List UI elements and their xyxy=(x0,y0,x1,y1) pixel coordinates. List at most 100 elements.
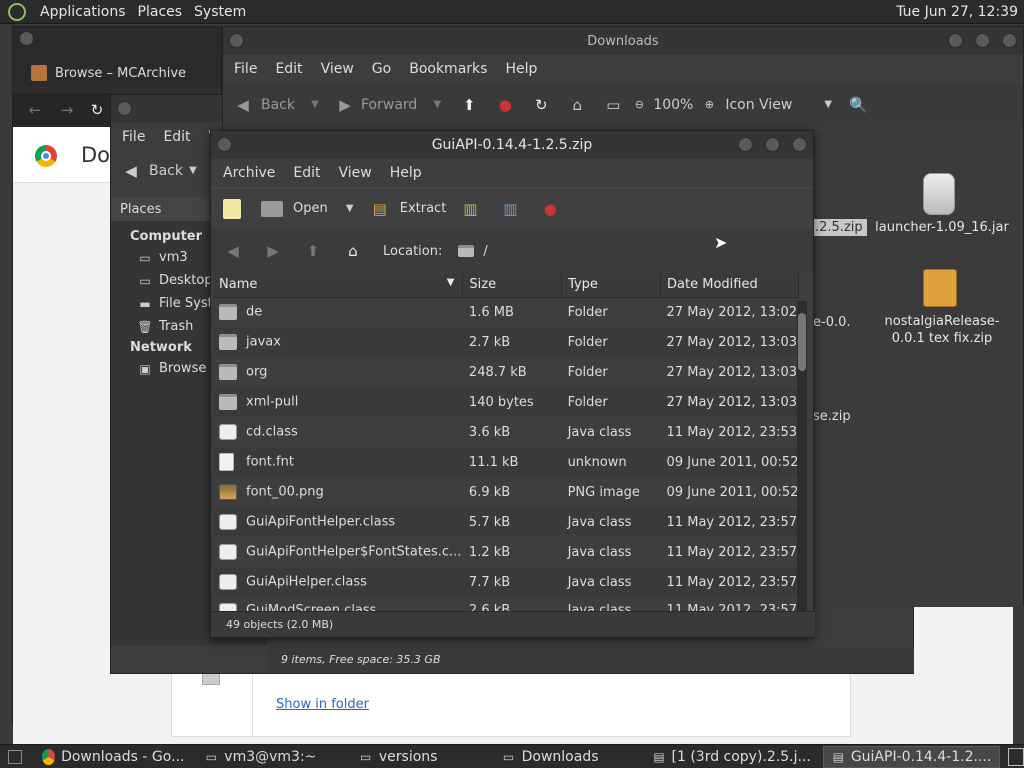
show-desktop-icon[interactable] xyxy=(8,749,22,764)
menu-file[interactable]: File xyxy=(113,129,154,145)
back-arrow-icon[interactable]: ◀ xyxy=(121,161,141,181)
system-menu[interactable]: System xyxy=(188,4,252,20)
forward-arrow-icon[interactable]: ▶ xyxy=(335,95,355,115)
table-row[interactable]: font.fnt 11.1 kB unknown 09 June 2011, 00:5… xyxy=(213,447,799,477)
table-row[interactable]: de 1.6 MB Folder 27 May 2012, 13:02 xyxy=(213,297,799,327)
task-versions[interactable]: ▭ versions xyxy=(350,746,445,768)
window-close-button[interactable] xyxy=(117,101,132,116)
partial-file-label[interactable]: e-0.0. xyxy=(813,315,851,330)
up-arrow-icon[interactable]: ⬆ xyxy=(459,95,479,115)
window-maximize-button[interactable] xyxy=(765,137,780,152)
column-type-header[interactable]: Type xyxy=(561,273,662,298)
extract-icon[interactable]: ▤ xyxy=(370,199,390,219)
up-arrow-icon[interactable]: ⬆ xyxy=(303,241,323,261)
forward-arrow-icon[interactable]: → xyxy=(57,100,77,120)
column-date-header[interactable]: Date Modified xyxy=(660,273,799,298)
extract-button[interactable]: Extract xyxy=(400,201,447,216)
search-icon[interactable]: 🔍 xyxy=(848,95,868,115)
jar-icon[interactable] xyxy=(923,173,955,215)
add-files-icon[interactable]: ▥ xyxy=(460,199,480,219)
distro-logo-icon[interactable] xyxy=(8,2,26,21)
column-size-header[interactable]: Size xyxy=(462,273,563,298)
chrome-tab[interactable]: Browse – MCArchive xyxy=(31,59,221,87)
table-row[interactable]: cd.class 3.6 kB Java class 11 May 2012, 23:… xyxy=(213,417,799,447)
menu-edit[interactable]: Edit xyxy=(284,165,329,181)
add-folder-icon[interactable]: ▥ xyxy=(500,199,520,219)
workspace-switcher-icon[interactable] xyxy=(1008,747,1024,766)
table-row[interactable]: font_00.png 6.9 kB PNG image 09 June 2011, … xyxy=(213,477,799,507)
show-in-folder-link[interactable]: Show in folder xyxy=(276,697,369,712)
table-row[interactable]: org 248.7 kB Folder 27 May 2012, 13:03 xyxy=(213,357,799,387)
reload-icon[interactable]: ↻ xyxy=(87,100,107,120)
computer-icon[interactable]: ▭ xyxy=(603,95,623,115)
window-close-button[interactable] xyxy=(19,31,34,46)
reload-icon[interactable]: ↻ xyxy=(531,95,551,115)
window-close-button[interactable] xyxy=(217,137,232,152)
zoom-in-icon[interactable]: ⊕ xyxy=(699,95,719,115)
table-row[interactable]: xml-pull 140 bytes Folder 27 May 2012, 13:0… xyxy=(213,387,799,417)
partial-file-label-2[interactable]: se.zip xyxy=(813,409,851,424)
vertical-scrollbar[interactable] xyxy=(797,301,807,611)
back-arrow-icon[interactable]: ◀ xyxy=(233,95,253,115)
window-close-right-button[interactable] xyxy=(1002,33,1017,48)
cell-size: 140 bytes xyxy=(468,394,534,410)
task-downloads-chrome[interactable]: Downloads - Go... xyxy=(34,746,193,768)
home-icon[interactable]: ⌂ xyxy=(567,95,587,115)
back-arrow-icon[interactable]: ◀ xyxy=(223,241,243,261)
task-guiapi-archive[interactable]: ▤ GuiAPI-0.14.4-1.2.... xyxy=(822,745,1001,768)
zip-archive-icon[interactable] xyxy=(923,269,957,307)
stop-icon[interactable]: ● xyxy=(495,95,515,115)
task-copy[interactable]: ▤ [1 (3rd copy).2.5.j... xyxy=(645,746,819,768)
selected-file-label[interactable]: .2.5.zip xyxy=(811,219,867,236)
file-name: font_00.png xyxy=(246,484,324,500)
clock[interactable]: Tue Jun 27, 12:39 xyxy=(896,4,1018,20)
menu-archive[interactable]: Archive xyxy=(214,165,284,181)
nostalgia-zip-label[interactable]: nostalgiaRelease-0.0.1 tex fix.zip xyxy=(872,313,1012,347)
menu-help[interactable]: Help xyxy=(496,61,546,77)
menu-help[interactable]: Help xyxy=(381,165,431,181)
table-row[interactable]: GuiApiFontHelper$FontStates.c... 1.2 kB Ja… xyxy=(213,537,799,567)
table-row[interactable]: GuiApiFontHelper.class 5.7 kB Java class 11… xyxy=(213,507,799,537)
forward-button[interactable]: Forward xyxy=(361,97,417,113)
column-name-header[interactable]: Name ▼ xyxy=(213,273,464,298)
menu-edit[interactable]: Edit xyxy=(266,61,311,77)
menu-view[interactable]: View xyxy=(330,165,381,181)
launcher-jar-label[interactable]: launcher-1.09_16.jar xyxy=(872,219,1012,236)
window-close-right-button[interactable] xyxy=(792,137,807,152)
stop-icon[interactable]: ● xyxy=(540,199,560,219)
open-button[interactable]: Open xyxy=(293,201,328,216)
forward-arrow-icon[interactable]: ▶ xyxy=(263,241,283,261)
window-close-button[interactable] xyxy=(229,33,244,48)
scrollbar-thumb[interactable] xyxy=(798,313,806,371)
new-archive-icon[interactable] xyxy=(223,198,241,219)
back-dropdown-icon[interactable]: ▼ xyxy=(183,161,203,181)
forward-dropdown-icon[interactable]: ▼ xyxy=(427,95,447,115)
view-mode-select[interactable]: Icon View xyxy=(725,97,792,113)
window-minimize-button[interactable] xyxy=(738,137,753,152)
view-mode-dropdown-icon[interactable]: ▼ xyxy=(818,95,838,115)
zoom-out-icon[interactable]: ⊖ xyxy=(629,95,649,115)
menu-view[interactable]: View xyxy=(312,61,363,77)
table-row[interactable]: GuiApiHelper.class 7.7 kB Java class 11 May… xyxy=(213,567,799,597)
cell-date: 11 May 2012, 23:53 xyxy=(666,424,798,440)
window-maximize-button[interactable] xyxy=(975,33,990,48)
back-button[interactable]: Back xyxy=(149,163,183,179)
task-terminal[interactable]: ▭ vm3@vm3:~ xyxy=(196,746,324,768)
menu-file[interactable]: File xyxy=(225,61,266,77)
back-button[interactable]: Back xyxy=(261,97,295,113)
menu-go[interactable]: Go xyxy=(363,61,400,77)
home-icon[interactable]: ⌂ xyxy=(343,241,363,261)
back-dropdown-icon[interactable]: ▼ xyxy=(305,95,325,115)
back-arrow-icon[interactable]: ← xyxy=(25,100,45,120)
window-minimize-button[interactable] xyxy=(948,33,963,48)
menu-bookmarks[interactable]: Bookmarks xyxy=(400,61,496,77)
table-row[interactable]: javax 2.7 kB Folder 27 May 2012, 13:03 xyxy=(213,327,799,357)
applications-menu[interactable]: Applications xyxy=(34,4,132,20)
places-menu[interactable]: Places xyxy=(132,4,189,20)
open-dropdown-icon[interactable]: ▼ xyxy=(340,199,360,219)
open-archive-icon[interactable] xyxy=(261,200,283,217)
class-icon xyxy=(219,544,237,560)
task-downloads[interactable]: ▭ Downloads xyxy=(493,746,606,768)
location-field[interactable]: / xyxy=(458,237,789,265)
menu-edit[interactable]: Edit xyxy=(154,129,199,145)
